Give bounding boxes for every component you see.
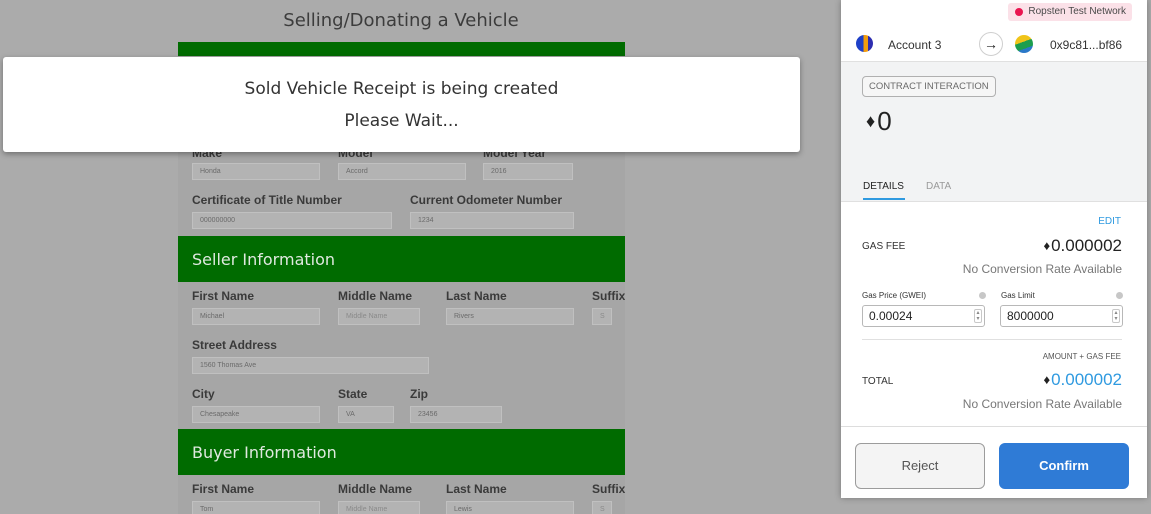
street-input[interactable]: 1560 Thomas Ave bbox=[192, 357, 429, 374]
account-avatar-icon bbox=[856, 35, 873, 52]
tab-data[interactable]: DATA bbox=[926, 181, 951, 192]
make-input[interactable]: Honda bbox=[192, 163, 320, 180]
city-input[interactable]: Chesapeake bbox=[192, 406, 320, 423]
eth-icon: ♦ bbox=[866, 111, 876, 131]
total-value: 0.000002 bbox=[1051, 370, 1122, 389]
buyer-suffix-label: Suffix bbox=[592, 482, 625, 496]
eth-icon: ♦ bbox=[1043, 372, 1051, 387]
seller-middle-input[interactable]: Middle Name bbox=[338, 308, 420, 325]
seller-last-input[interactable]: Rivers bbox=[446, 308, 574, 325]
buyer-middle-input[interactable]: Middle Name bbox=[338, 501, 420, 514]
divider bbox=[862, 339, 1122, 340]
network-status-dot bbox=[1015, 8, 1024, 16]
transaction-value: ♦0 bbox=[866, 106, 892, 137]
title-number-label: Certificate of Title Number bbox=[192, 193, 342, 207]
transaction-header: CONTRACT INTERACTION ♦0 DETAILS DATA bbox=[841, 62, 1147, 202]
seller-first-label: First Name bbox=[192, 289, 255, 303]
tab-details[interactable]: DETAILS bbox=[863, 181, 904, 192]
gas-limit-input[interactable]: 8000000 ▴ ▾ bbox=[1000, 305, 1123, 327]
amount-gas-label: AMOUNT + GAS FEE bbox=[1042, 352, 1121, 361]
recipient-avatar-icon bbox=[1015, 35, 1033, 53]
buyer-suffix-input[interactable]: S bbox=[592, 501, 612, 514]
page-title: Selling/Donating a Vehicle bbox=[283, 10, 519, 31]
zip-label: Zip bbox=[410, 387, 428, 401]
gas-price-label: Gas Price (GWEI) bbox=[862, 291, 927, 300]
seller-last-label: Last Name bbox=[446, 289, 507, 303]
account-name: Account 3 bbox=[888, 38, 942, 52]
seller-middle-label: Middle Name bbox=[338, 289, 413, 303]
model-year-input[interactable]: 2016 bbox=[483, 163, 573, 180]
recipient-address: 0x9c81...bf86 bbox=[1050, 38, 1123, 52]
stepper-icon[interactable]: ▴ ▾ bbox=[974, 309, 982, 323]
modal-wait-text: Please Wait... bbox=[344, 111, 459, 131]
gas-fee-conversion: No Conversion Rate Available bbox=[962, 262, 1122, 276]
section-header-vehicle bbox=[178, 42, 625, 56]
progress-modal: Sold Vehicle Receipt is being created Pl… bbox=[3, 57, 800, 152]
gas-limit-label: Gas Limit bbox=[1001, 291, 1035, 300]
info-icon bbox=[1116, 292, 1123, 299]
network-indicator[interactable]: Ropsten Test Network bbox=[1008, 3, 1132, 21]
contract-interaction-badge: CONTRACT INTERACTION bbox=[862, 76, 996, 97]
network-name: Ropsten Test Network bbox=[1028, 6, 1126, 17]
confirm-button[interactable]: Confirm bbox=[999, 443, 1129, 489]
action-footer: Reject Confirm bbox=[841, 426, 1147, 498]
odometer-label: Current Odometer Number bbox=[410, 193, 563, 207]
gas-fee-label: GAS FEE bbox=[862, 241, 906, 252]
gas-price-input[interactable]: 0.00024 ▴ ▾ bbox=[862, 305, 985, 327]
street-label: Street Address bbox=[192, 338, 277, 352]
buyer-first-input[interactable]: Tom bbox=[192, 501, 320, 514]
gas-fee-value: 0.000002 bbox=[1051, 236, 1122, 255]
section-header-seller: Seller Information bbox=[178, 236, 625, 282]
gas-fee-amount: ♦0.000002 bbox=[1043, 236, 1122, 256]
zip-input[interactable]: 23456 bbox=[410, 406, 502, 423]
state-label: State bbox=[338, 387, 368, 401]
eth-icon: ♦ bbox=[1043, 238, 1051, 253]
buyer-last-label: Last Name bbox=[446, 482, 507, 496]
state-input[interactable]: VA bbox=[338, 406, 394, 423]
total-label: TOTAL bbox=[862, 376, 894, 387]
gas-price-value: 0.00024 bbox=[869, 309, 913, 323]
account-row: Account 3 → 0x9c81...bf86 bbox=[841, 24, 1147, 62]
stepper-icon[interactable]: ▴ ▾ bbox=[1112, 309, 1120, 323]
arrow-right-icon: → bbox=[979, 32, 1003, 56]
total-conversion: No Conversion Rate Available bbox=[962, 397, 1122, 411]
seller-suffix-input[interactable]: S bbox=[592, 308, 612, 325]
info-icon bbox=[979, 292, 986, 299]
buyer-first-label: First Name bbox=[192, 482, 255, 496]
section-header-buyer: Buyer Information bbox=[178, 429, 625, 475]
city-label: City bbox=[192, 387, 215, 401]
odometer-input[interactable]: 1234 bbox=[410, 212, 574, 229]
title-number-input[interactable]: 000000000 bbox=[192, 212, 392, 229]
buyer-middle-label: Middle Name bbox=[338, 482, 413, 496]
model-input[interactable]: Accord bbox=[338, 163, 466, 180]
active-tab-indicator bbox=[863, 198, 905, 200]
gas-limit-value: 8000000 bbox=[1007, 309, 1054, 323]
buyer-last-input[interactable]: Lewis bbox=[446, 501, 574, 514]
modal-message: Sold Vehicle Receipt is being created bbox=[244, 79, 559, 99]
value-amount: 0 bbox=[877, 106, 892, 136]
reject-button[interactable]: Reject bbox=[855, 443, 985, 489]
seller-first-input[interactable]: Michael bbox=[192, 308, 320, 325]
seller-suffix-label: Suffix bbox=[592, 289, 625, 303]
total-amount: ♦0.000002 bbox=[1043, 370, 1122, 390]
edit-gas-link[interactable]: EDIT bbox=[1098, 216, 1121, 227]
metamask-popup: Ropsten Test Network Account 3 → 0x9c81.… bbox=[841, 0, 1147, 498]
